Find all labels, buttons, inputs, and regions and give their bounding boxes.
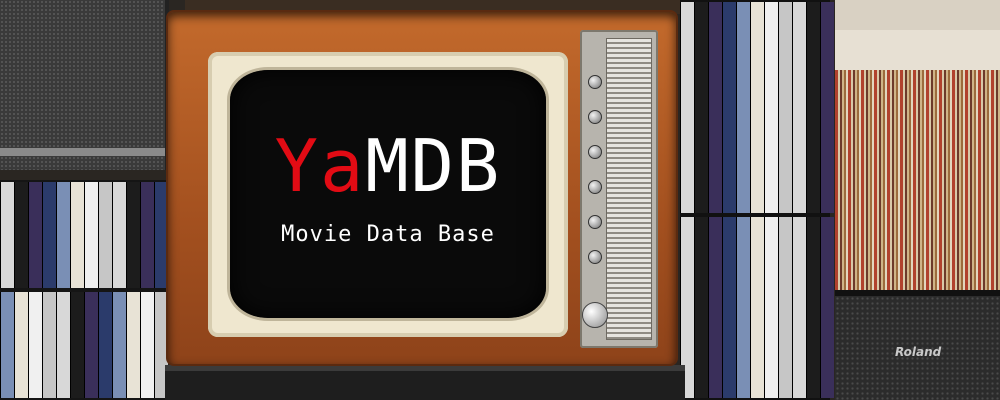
vhs-tape-spine [722, 217, 736, 398]
logo-subtitle: Movie Data Base [281, 222, 495, 247]
vhs-tape-spine [56, 292, 70, 398]
vhs-tape-spine [0, 182, 14, 288]
vhs-tape-spine [736, 2, 750, 213]
vhs-tape-spine [750, 217, 764, 398]
vhs-tape-spine [764, 2, 778, 213]
dial-knob-icon [582, 302, 608, 328]
vhs-tape-spine [750, 2, 764, 213]
logo-mdb: MDB [365, 124, 502, 208]
vhs-tape-spine [42, 182, 56, 288]
vhs-tape-spine [112, 292, 126, 398]
vhs-tape-spine [722, 2, 736, 213]
vhs-tape-spine [14, 182, 28, 288]
records-top [835, 0, 1000, 30]
site-logo: YaMDB [230, 130, 546, 202]
vhs-tapes-right-top [680, 0, 834, 215]
vhs-tape-spine [28, 182, 42, 288]
speaker-left [0, 0, 169, 170]
knob-icon [588, 215, 602, 229]
vhs-tape-spine [0, 292, 14, 398]
vhs-tape-spine [98, 292, 112, 398]
vhs-tape-spine [70, 292, 84, 398]
vhs-tape-spine [154, 182, 168, 288]
vhs-tape-spine [140, 292, 154, 398]
vhs-tape-spine [694, 2, 708, 213]
hero-banner: Roland YaMDB Movie Data Base [0, 0, 1000, 400]
knob-icon [588, 75, 602, 89]
vhs-tape-spine [14, 292, 28, 398]
tv-screen: YaMDB Movie Data Base [230, 70, 546, 318]
vhs-tape-spine [42, 292, 56, 398]
tv-control-panel [580, 30, 658, 348]
vhs-tape-spine [806, 2, 820, 213]
vinyl-records [835, 70, 1000, 290]
vhs-tape-spine [84, 292, 98, 398]
vhs-tape-spine [126, 292, 140, 398]
speaker-trim [0, 148, 165, 156]
logo-ya: Ya [274, 124, 366, 208]
knob-icon [588, 145, 602, 159]
vhs-tape-spine [84, 182, 98, 288]
retro-tv: YaMDB Movie Data Base [168, 12, 676, 364]
bottom-speaker [165, 365, 685, 400]
vhs-tape-spine [792, 217, 806, 398]
vhs-tape-spine [764, 217, 778, 398]
vhs-tape-spine [820, 217, 834, 398]
vhs-tape-spine [778, 2, 792, 213]
speaker-grille [606, 38, 652, 340]
vhs-tape-spine [820, 2, 834, 213]
vhs-tape-spine [792, 2, 806, 213]
vhs-tape-spine [680, 2, 694, 213]
vhs-tape-spine [736, 217, 750, 398]
records-mid [835, 30, 1000, 70]
vhs-tape-spine [28, 292, 42, 398]
vhs-tape-spine [112, 182, 126, 288]
tv-bezel: YaMDB Movie Data Base [208, 52, 568, 337]
vhs-tape-spine [694, 217, 708, 398]
knob-icon [588, 180, 602, 194]
vhs-tape-spine [98, 182, 112, 288]
vhs-tapes-left [0, 180, 168, 400]
vhs-tape-spine [708, 217, 722, 398]
knob-icon [588, 250, 602, 264]
vhs-tape-spine [778, 217, 792, 398]
vhs-tape-spine [708, 2, 722, 213]
vhs-tape-spine [806, 217, 820, 398]
vhs-tape-spine [140, 182, 154, 288]
vhs-tape-spine [126, 182, 140, 288]
vhs-tape-spine [70, 182, 84, 288]
vhs-tape-spine [56, 182, 70, 288]
vhs-tapes-right-bottom [680, 215, 834, 400]
knob-icon [588, 110, 602, 124]
amplifier-brand-label: Roland [895, 345, 942, 359]
